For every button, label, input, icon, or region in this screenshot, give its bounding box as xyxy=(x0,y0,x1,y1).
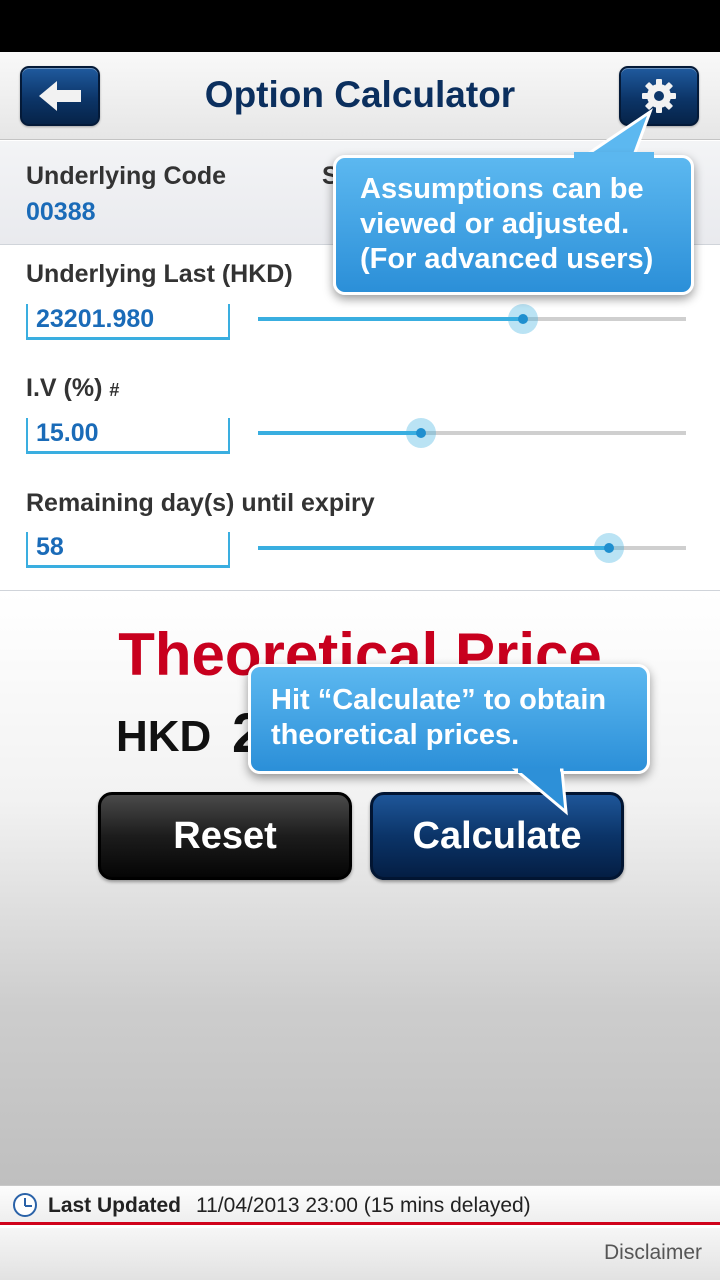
iv-slider[interactable] xyxy=(258,418,686,448)
slider-fill xyxy=(258,317,524,321)
reset-button[interactable]: Reset xyxy=(98,792,352,880)
remaining-days-label: Remaining day(s) until expiry xyxy=(26,489,375,518)
iv-footnote-mark: # xyxy=(109,380,120,400)
underlying-last-label: Underlying Last (HKD) xyxy=(26,260,293,289)
underlying-code-value: 00388 xyxy=(26,198,96,226)
result-currency: HKD xyxy=(116,712,212,761)
settings-tooltip-tail-cover xyxy=(574,152,654,162)
settings-tooltip-line-2: viewed or adjusted. xyxy=(360,208,630,240)
back-arrow-icon xyxy=(39,81,81,111)
slider-fill xyxy=(258,431,421,435)
underlying-code-label: Underlying Code xyxy=(26,162,227,190)
calculate-button[interactable]: Calculate xyxy=(370,792,624,880)
settings-tooltip: Assumptions can be viewed or adjusted. (… xyxy=(333,155,694,295)
slider-thumb[interactable] xyxy=(405,418,436,448)
calculate-tooltip-tail xyxy=(511,768,568,816)
last-updated-bar: Last Updated 11/04/2013 23:00 (15 mins d… xyxy=(0,1185,720,1225)
underlying-last-label-text: Underlying Last (HKD) xyxy=(26,260,293,288)
bottom-bar: Disclaimer xyxy=(0,1228,720,1280)
slider-thumb[interactable] xyxy=(593,533,624,563)
clock-icon xyxy=(13,1193,37,1217)
page-title: Option Calculator xyxy=(204,74,516,115)
remaining-days-slider[interactable] xyxy=(258,533,686,563)
calculate-tooltip-line-2: theoretical prices. xyxy=(271,719,520,751)
disclaimer-link[interactable]: Disclaimer xyxy=(604,1241,702,1265)
calculate-tooltip: Hit “Calculate” to obtain theoretical pr… xyxy=(248,664,650,774)
last-updated-value: 11/04/2013 23:00 (15 mins delayed) xyxy=(196,1194,531,1217)
remaining-days-label-text: Remaining day(s) until expiry xyxy=(26,489,375,517)
slider-thumb[interactable] xyxy=(508,304,539,334)
underlying-last-slider[interactable] xyxy=(258,304,686,334)
settings-tooltip-line-3: (For advanced users) xyxy=(360,243,654,275)
underlying-last-input[interactable]: 23201.980 xyxy=(26,304,230,340)
iv-input[interactable]: 15.00 xyxy=(26,418,230,454)
iv-label: I.V (%) # xyxy=(26,374,119,403)
calculate-tooltip-line-1: Hit “Calculate” to obtain xyxy=(271,684,607,716)
settings-tooltip-line-1: Assumptions can be xyxy=(360,173,644,205)
slider-fill xyxy=(258,546,609,550)
back-button[interactable] xyxy=(20,66,100,126)
iv-label-text: I.V (%) xyxy=(26,374,103,402)
last-updated-label: Last Updated xyxy=(48,1194,182,1217)
remaining-days-input[interactable]: 58 xyxy=(26,532,230,568)
status-bar xyxy=(0,0,720,52)
input-fields: Underlying Last (HKD) 23201.980 I.V (%) … xyxy=(0,246,720,591)
